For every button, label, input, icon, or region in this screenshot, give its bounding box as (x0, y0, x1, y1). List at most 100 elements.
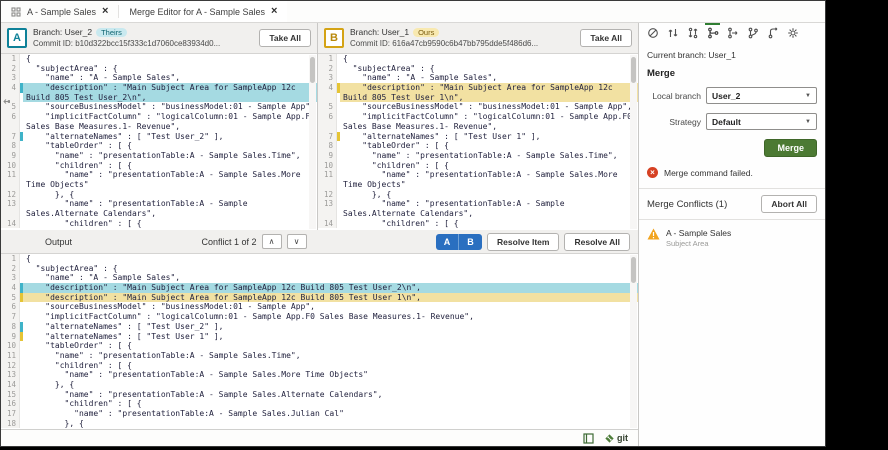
code-line: 7 "alternateNames" : [ "Test User_2" ], (1, 132, 317, 142)
code-line: Time Objects" (318, 180, 638, 190)
clean-status-icon[interactable] (644, 23, 661, 42)
changes-indicator-icon[interactable] (583, 433, 594, 444)
chevron-down-icon: ▼ (805, 93, 811, 99)
tab-merge-editor[interactable]: Merge Editor for A - Sample Sales × (119, 1, 287, 22)
strategy-select[interactable]: Default ▼ (706, 113, 817, 130)
code-editor-ours[interactable]: 1 { 2 "subjectArea" : { 3 "name" (318, 54, 638, 230)
settings-icon[interactable] (784, 23, 801, 42)
previous-conflict-button[interactable]: ∧ (262, 234, 282, 249)
conflict-list-item[interactable]: A - Sample Sales Subject Area (647, 228, 817, 249)
code-line: 10 "children" : [ { (318, 161, 638, 171)
commit-id: Commit ID: 616a47cb9590c6b47bb795dde5f48… (350, 38, 574, 49)
code-line: 3 "name" : "A - Sample Sales", (318, 73, 638, 83)
git-logo-icon (604, 433, 615, 444)
code-editor-output[interactable]: 1 { 2 "subjectArea" : { 3 "name" : "A - … (1, 254, 638, 429)
branch-icon[interactable] (744, 23, 761, 42)
code-line: 9 "name" : "presentationTable:A - Sample… (318, 151, 638, 161)
status-bar: git (1, 429, 638, 446)
resolve-item-button[interactable]: Resolve Item (487, 233, 559, 251)
code-line: 5 "description" : "Main Subject Area for… (1, 293, 638, 303)
commit-id: Commit ID: b10d322bcc15f333c1d7060ce8393… (33, 38, 253, 49)
code-line: Build 805 Test User_2\n", (1, 93, 317, 103)
merge-editor-area: A Branch: User_2 Theirs Commit ID: b10d3… (1, 23, 639, 446)
strategy-value: Default (712, 117, 741, 127)
local-branch-select[interactable]: User_2 ▼ (706, 87, 817, 104)
take-b-toggle-button[interactable]: B (459, 234, 482, 250)
code-line: 10 "tableOrder" : [ { (1, 341, 638, 351)
scrollbar[interactable] (630, 255, 637, 428)
code-line: 11 "name" : "presentationTable:A - Sampl… (1, 351, 638, 361)
code-line: Time Objects" (1, 180, 317, 190)
tab-label: A - Sample Sales (27, 7, 96, 17)
output-panel: Output Conflict 1 of 2 ∧ ∨ A B Resolve I… (1, 230, 638, 429)
tab-sample-sales[interactable]: A - Sample Sales × (1, 1, 118, 22)
theirs-badge: Theirs (96, 28, 127, 37)
code-line: 13 "name" : "presentationTable:A - Sampl… (318, 199, 638, 209)
take-all-a-button[interactable]: Take All (259, 29, 311, 47)
code-line: Sales.Alternate Calendars", (318, 209, 638, 219)
scrollbar-thumb[interactable] (631, 57, 636, 83)
close-icon[interactable]: × (102, 6, 108, 17)
close-icon[interactable]: × (271, 6, 277, 17)
merge-button[interactable]: Merge (764, 139, 817, 157)
conflict-title: A - Sample Sales (666, 228, 731, 239)
code-line: 2 "subjectArea" : { (1, 264, 638, 274)
compare-icon[interactable] (664, 23, 681, 42)
merge-heading: Merge (647, 68, 817, 79)
code-line: 8 "alternateNames" : [ "Test User_2" ], (1, 322, 638, 332)
code-line: 1 { (1, 54, 317, 64)
pull-push-icon[interactable] (684, 23, 701, 42)
branch-b-icon: B (324, 28, 344, 48)
code-line: Build 805 Test User 1\n", (318, 93, 638, 103)
code-line: 1 { (318, 54, 638, 64)
code-line: 2 "subjectArea" : { (318, 64, 638, 74)
error-icon: × (647, 167, 658, 178)
code-line: 1 { (1, 254, 638, 264)
resolve-all-button[interactable]: Resolve All (564, 233, 630, 251)
scrollbar-thumb[interactable] (631, 257, 636, 283)
divider (639, 188, 825, 189)
strategy-label: Strategy (647, 117, 701, 127)
panel-ours: B Branch: User_1 Ours Commit ID: 616a47c… (318, 23, 638, 230)
code-line: 8 "tableOrder" : [ { (1, 141, 317, 151)
checkout-icon[interactable] (724, 23, 741, 42)
code-line: 13 "name" : "presentationTable:A - Sampl… (1, 370, 638, 380)
code-line: 12 }, { (1, 190, 317, 200)
next-conflict-button[interactable]: ∨ (287, 234, 307, 249)
current-branch-label: Current branch: User_1 (647, 50, 817, 60)
ab-toggle: A B (436, 234, 482, 250)
code-line: 18 }, { (1, 419, 638, 429)
git-toolbar (639, 23, 825, 42)
chevron-down-icon: ▼ (805, 119, 811, 125)
code-line: 5 "sourceBusinessModel" : "businessModel… (1, 102, 317, 112)
code-line: 14 }, { (1, 380, 638, 390)
subject-area-icon (11, 7, 21, 17)
tab-bar: A - Sample Sales × Merge Editor for A - … (1, 1, 825, 23)
code-line: 3 "name" : "A - Sample Sales", (1, 73, 317, 83)
code-line: 6 "implicitFactColumn" : "logicalColumn:… (1, 112, 317, 122)
code-line: 6 "sourceBusinessModel" : "businessModel… (1, 302, 638, 312)
abort-all-button[interactable]: Abort All (761, 195, 817, 213)
code-line: 4 "description" : "Main Subject Area for… (318, 83, 638, 93)
code-line: 8 "tableOrder" : [ { (318, 141, 638, 151)
code-line: 12 }, { (318, 190, 638, 200)
code-editor-theirs[interactable]: 1 { 2 "subjectArea" : { 3 "name" (1, 54, 317, 230)
code-line: 5 "sourceBusinessModel" : "businessModel… (318, 102, 638, 112)
conflict-counter: Conflict 1 of 2 (202, 237, 257, 247)
take-a-toggle-button[interactable]: A (436, 234, 459, 250)
code-line: 4 "description" : "Main Subject Area for… (1, 283, 638, 293)
scrollbar-thumb[interactable] (310, 57, 315, 83)
code-line: 11 "name" : "presentationTable:A - Sampl… (1, 170, 317, 180)
git-status-item[interactable]: git (604, 433, 628, 444)
output-title: Output (45, 237, 72, 247)
take-all-b-button[interactable]: Take All (580, 29, 632, 47)
code-line: 11 "name" : "presentationTable:A - Sampl… (318, 170, 638, 180)
code-line: 2 "subjectArea" : { (1, 64, 317, 74)
reset-icon[interactable] (764, 23, 781, 42)
output-header: Output Conflict 1 of 2 ∧ ∨ A B Resolve I… (1, 230, 638, 254)
scrollbar[interactable] (309, 55, 316, 229)
scrollbar[interactable] (630, 55, 637, 229)
panel-ours-header: B Branch: User_1 Ours Commit ID: 616a47c… (318, 23, 638, 54)
merge-icon[interactable] (704, 23, 721, 42)
diff-connector-icon (1, 98, 10, 105)
